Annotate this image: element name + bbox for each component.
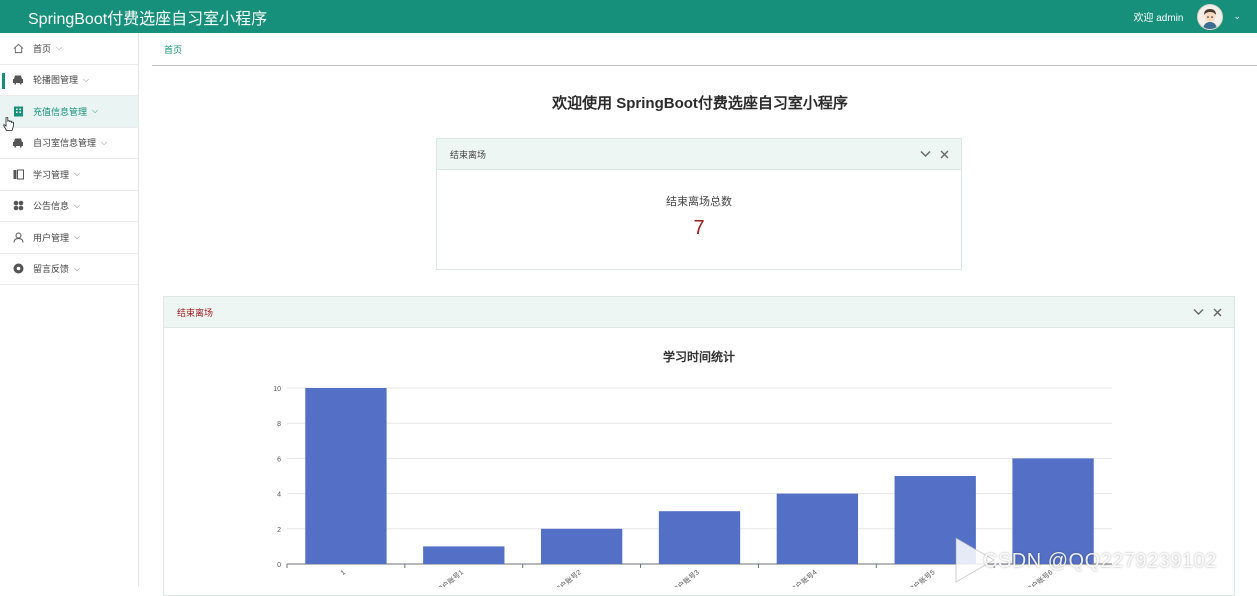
grid-icon	[12, 200, 24, 212]
sidebar-item-notice[interactable]: 公告信息 ⌵	[0, 191, 138, 222]
x-tick-label: 用户账号5	[906, 568, 936, 587]
home-icon	[12, 42, 24, 54]
active-marker	[2, 73, 5, 89]
sidebar-item-study[interactable]: 学习管理 ⌵	[0, 159, 138, 191]
sidebar-item-label: 留言反馈	[33, 264, 70, 275]
chevron-down-icon: ⌵	[74, 263, 81, 273]
sidebar-item-label: 充值信息管理	[33, 106, 88, 117]
chevron-down-icon: ⌵	[83, 74, 90, 84]
chevron-down-icon: ⌵	[74, 200, 81, 210]
x-tick-label: 用户账号4	[788, 568, 818, 587]
sidebar-item-carousel[interactable]: 轮播图管理 ⌵	[0, 65, 138, 96]
welcome-user-text: 欢迎 admin	[1133, 13, 1184, 24]
y-tick-label: 0	[277, 562, 281, 569]
bar	[305, 388, 387, 564]
sidebar-item-home[interactable]: 首页 ⌵	[0, 33, 138, 65]
breadcrumb-home[interactable]: 首页	[164, 43, 182, 56]
y-tick-label: 8	[277, 421, 281, 428]
stat-card-header: 结束离场	[437, 139, 961, 170]
chevron-down-icon: ⌵	[101, 137, 108, 147]
close-icon[interactable]	[940, 150, 949, 159]
stat-card: 结束离场 结束离场总数 7	[436, 138, 962, 270]
watermark: CSDN @QQ2279239102	[950, 530, 1257, 586]
x-tick-label: 用户账号3	[671, 568, 701, 587]
y-tick-label: 2	[277, 527, 281, 534]
sidebar-item-feedback[interactable]: 留言反馈 ⌵	[0, 254, 138, 285]
sidebar-item-label: 轮播图管理	[33, 75, 79, 86]
collapse-icon[interactable]	[920, 150, 931, 158]
top-bar: SpringBoot付费选座自习室小程序 欢迎 admin ⌄	[0, 0, 1257, 33]
building-icon	[12, 105, 24, 117]
bar	[540, 528, 623, 564]
x-tick-label: 1	[340, 569, 348, 577]
page-title: 欢迎使用 SpringBoot付费选座自习室小程序	[552, 95, 848, 112]
sidebar-item-label: 用户管理	[33, 232, 70, 243]
sidebar-item-recharge[interactable]: 充值信息管理 ⌵	[0, 96, 138, 128]
sidebar-item-label: 自习室信息管理	[33, 138, 97, 149]
message-icon	[12, 263, 24, 275]
sidebar: 首页 ⌵ 轮播图管理 ⌵ 充值信息管理 ⌵ 自习室信息管理 ⌵ 学习管理 ⌵ 公…	[0, 33, 139, 586]
columns-icon	[12, 168, 24, 180]
sidebar-item-label: 公告信息	[33, 201, 70, 212]
car-icon	[12, 137, 24, 149]
app-title: SpringBoot付费选座自习室小程序	[28, 10, 268, 28]
bar	[658, 511, 741, 564]
car-icon	[12, 74, 24, 86]
chevron-down-icon: ⌵	[74, 169, 81, 179]
chevron-down-icon: ⌵	[92, 106, 99, 116]
watermark-text: CSDN @QQ2279239102	[983, 550, 1217, 572]
sidebar-item-study-room[interactable]: 自习室信息管理 ⌵	[0, 128, 138, 159]
x-tick-label: 用户账号2	[553, 568, 583, 587]
x-tick-label: 用户账号1	[435, 568, 465, 587]
y-tick-label: 6	[277, 456, 281, 463]
bar	[776, 493, 859, 564]
stat-label: 结束离场总数	[666, 196, 732, 208]
bar	[423, 546, 505, 564]
chevron-down-icon[interactable]: ⌄	[1233, 11, 1241, 22]
sidebar-item-users[interactable]: 用户管理 ⌵	[0, 222, 138, 254]
chevron-down-icon: ⌵	[74, 232, 81, 242]
stat-value: 7	[693, 217, 705, 239]
stat-card-title: 结束离场	[450, 149, 487, 160]
y-tick-label: 4	[277, 492, 281, 499]
user-menu[interactable]: 欢迎 admin ⌄	[1133, 3, 1241, 30]
avatar[interactable]	[1197, 3, 1224, 30]
chevron-down-icon: ⌵	[56, 43, 63, 53]
sidebar-item-label: 首页	[33, 43, 52, 54]
sidebar-item-label: 学习管理	[33, 169, 70, 180]
breadcrumb: 首页	[152, 33, 1257, 66]
user-icon	[12, 231, 24, 243]
hand-cursor-icon	[3, 117, 14, 131]
y-tick-label: 10	[273, 386, 281, 393]
